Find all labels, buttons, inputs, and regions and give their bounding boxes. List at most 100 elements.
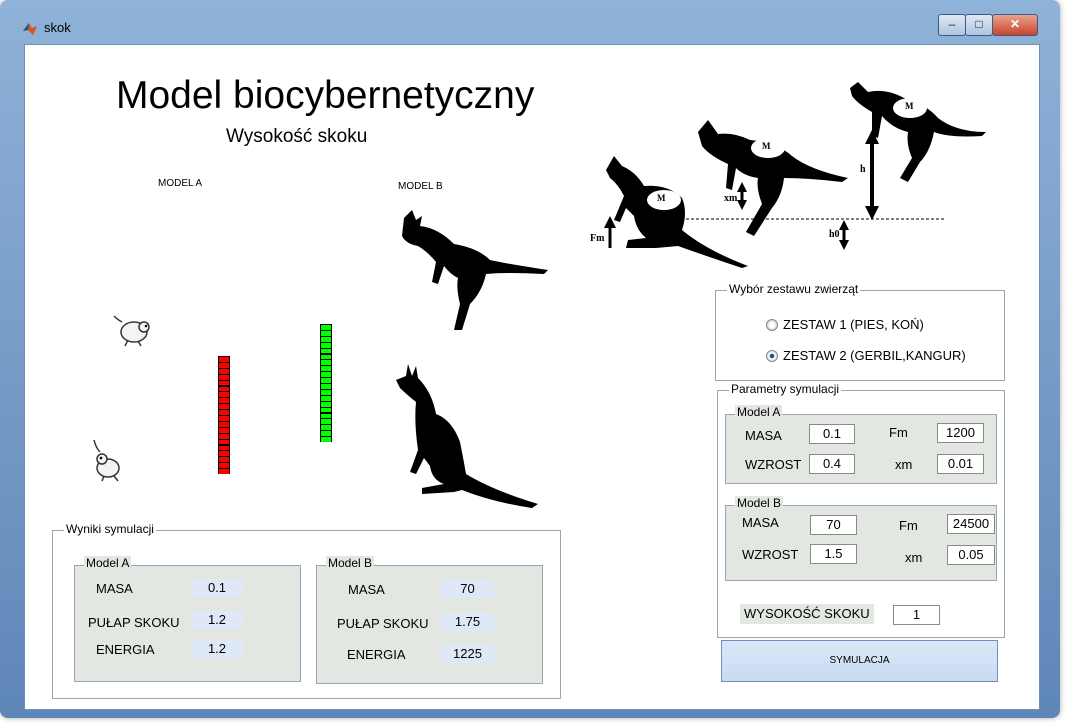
fm-diagram-label: Fm [590,233,605,244]
bar-b-segment [321,348,331,354]
params-a-xm-input[interactable]: 0.01 [937,454,984,474]
results-b-pulap-label: PUŁAP SKOKU [337,616,429,631]
bar-a-segment [219,380,229,386]
results-b-masa-value: 70 [441,580,494,598]
radio-set-2[interactable] [766,350,778,362]
results-b-masa-label: MASA [348,582,385,597]
bar-b-segment [321,336,331,342]
results-a-energia-label: ENERGIA [96,642,155,657]
bar-a-segment [219,421,229,427]
bar-b-segment [321,407,331,413]
bar-b-segment [321,384,331,389]
bar-b-segment [321,366,331,372]
bar-a-segment [219,392,229,398]
jump-bar-model-b [320,324,332,442]
minimize-button[interactable]: – [938,14,966,36]
jump-height-input[interactable]: 1 [893,605,940,625]
results-a-energia-value: 1.2 [191,640,243,658]
params-b-wzrost-label: WZROST [742,547,799,562]
params-model-a-title: Model A [735,405,783,419]
params-b-wzrost-input[interactable]: 1.5 [810,544,857,564]
model-a-label: MODEL A [158,178,203,189]
results-title: Wyniki symulacji [64,522,156,536]
bar-a-segment [219,357,229,362]
xm-diagram-label: xm [724,193,738,204]
matlab-icon [23,23,37,35]
bar-b-segment [321,330,331,336]
bar-b-segment [321,395,331,401]
params-a-fm-input[interactable]: 1200 [937,423,984,443]
bar-b-segment [321,389,331,395]
bar-a-segment [219,457,229,463]
bar-b-segment [321,437,331,442]
params-a-wzrost-input[interactable]: 0.4 [809,454,855,474]
params-a-wzrost-label: WZROST [745,457,802,472]
h-arrow-icon [865,206,879,220]
params-b-xm-input[interactable]: 0.05 [947,545,995,565]
bar-b-segment [321,431,331,437]
bar-a-segment [219,410,229,415]
params-b-masa-label: MASA [742,515,779,530]
bar-b-segment [321,342,331,348]
bar-b-segment [321,413,331,419]
params-a-fm-label: Fm [889,425,908,440]
radio-set-1-label[interactable]: ZESTAW 1 (PIES, KOŃ) [783,317,924,332]
bar-a-segment [219,427,229,433]
bar-b-segment [321,378,331,383]
gerbil-image-top [113,315,150,347]
results-a-masa-value: 0.1 [191,579,243,597]
params-b-fm-input[interactable]: 24500 [947,514,995,534]
jump-bar-model-a [218,356,230,474]
mass-label-3: M [905,101,914,111]
jump-diagram [604,82,986,268]
radio-set-2-label[interactable]: ZESTAW 2 (GERBIL,KANGUR) [783,348,966,363]
params-title: Parametry symulacji [729,382,842,396]
params-b-xm-label: xm [905,550,923,565]
results-a-masa-label: MASA [96,581,133,596]
params-model-b-title: Model B [735,496,784,510]
h-diagram-label: h [860,164,866,175]
results-a-pulap-value: 1.2 [191,611,243,629]
mass-label-1: M [657,193,666,203]
gerbil-image-bottom [93,439,120,482]
results-model-a-title: Model A [84,556,132,570]
bar-b-segment [321,372,331,378]
kangaroo-jumping-image [402,210,548,330]
force-arrow-icon [604,216,616,228]
results-a-pulap-label: PUŁAP SKOKU [88,615,180,630]
bar-a-segment [219,451,229,457]
bar-a-segment [219,439,229,445]
params-b-fm-label: Fm [899,518,918,533]
simulate-button[interactable]: SYMULACJA [721,640,998,682]
results-model-b-title: Model B [326,556,375,570]
params-b-masa-input[interactable]: 70 [810,515,857,535]
bar-a-segment [219,445,229,451]
kangaroo-standing-image [396,364,538,508]
bar-b-segment [321,354,331,360]
animal-set-group [715,290,1005,381]
bar-a-segment [219,398,229,404]
bar-b-segment [321,425,331,431]
results-b-pulap-value: 1.75 [441,613,494,631]
params-a-xm-label: xm [895,457,913,472]
results-b-energia-label: ENERGIA [347,647,406,662]
bar-b-segment [321,360,331,366]
bar-b-segment [321,401,331,407]
bar-a-segment [219,463,229,469]
mass-label-2: M [762,141,771,151]
bar-b-segment [321,325,331,330]
bar-b-segment [321,419,331,425]
xm-arrow-icon [737,200,747,210]
bar-a-segment [219,416,229,421]
page-subtitle: Wysokość skoku [226,126,368,147]
bar-a-segment [219,368,229,374]
bar-a-segment [219,386,229,392]
page-title: Model biocybernetyczny [116,74,535,117]
maximize-button[interactable]: □ [965,14,993,36]
radio-set-1[interactable] [766,319,778,331]
bar-a-segment [219,362,229,368]
params-a-masa-input[interactable]: 0.1 [809,424,855,444]
h0-diagram-label: h0 [829,229,840,240]
close-button[interactable]: ✕ [992,14,1038,36]
kangaroo-crouch-shape [606,156,748,268]
